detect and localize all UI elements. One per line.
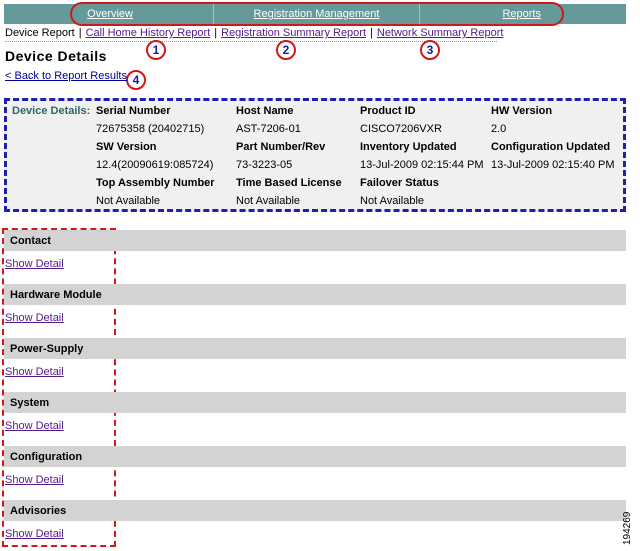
- show-detail-link[interactable]: Show Detail: [5, 474, 64, 486]
- detail-value: 13-Jul-2009 02:15:40 PM: [491, 159, 615, 171]
- detail-value: 13-Jul-2009 02:15:44 PM: [360, 159, 484, 171]
- detail-label: Time Based License: [236, 177, 342, 189]
- back-to-report-results-link[interactable]: < Back to Report Results: [5, 70, 127, 82]
- detail-value: 2.0: [491, 123, 507, 135]
- page-title: Device Details: [5, 48, 107, 64]
- sub-navigation: Device Report | Call Home History Report | R…: [5, 27, 504, 39]
- show-detail-link[interactable]: Show Detail: [5, 258, 64, 270]
- detail-value: 72675358 (20402715): [96, 123, 205, 135]
- section-header: Configuration: [4, 446, 626, 467]
- device-details-label: Device Details:: [12, 105, 91, 117]
- show-detail-link[interactable]: Show Detail: [5, 366, 64, 378]
- detail-label: Serial Number: [96, 105, 171, 117]
- detail-label: Part Number/Rev: [236, 141, 326, 153]
- detail-label: Configuration Updated: [491, 141, 611, 153]
- detail-value: Not Available: [360, 195, 425, 207]
- detail-label: Top Assembly Number: [96, 177, 215, 189]
- detail-label: Inventory Updated: [360, 141, 457, 153]
- section-header: Hardware Module: [4, 284, 626, 305]
- detail-value: CISCO7206VXR: [360, 123, 442, 135]
- detail-label: Product ID: [360, 105, 416, 117]
- subnav-network-summary[interactable]: Network Summary Report: [377, 27, 504, 39]
- detail-value: Not Available: [96, 195, 161, 207]
- show-detail-link[interactable]: Show Detail: [5, 312, 64, 324]
- section-header: Contact: [4, 230, 626, 251]
- subnav-current: Device Report: [5, 27, 75, 39]
- section-header: Advisories: [4, 500, 626, 521]
- detail-label: Failover Status: [360, 177, 439, 189]
- callout-4: 4: [126, 70, 146, 90]
- callout-2: 2: [276, 40, 296, 60]
- detail-label: Host Name: [236, 105, 294, 117]
- section-header: Power-Supply: [4, 338, 626, 359]
- detail-value: Not Available: [236, 195, 301, 207]
- detail-value: 12.4(20090619:085724): [96, 159, 214, 171]
- subnav-call-home-history[interactable]: Call Home History Report: [86, 27, 211, 39]
- show-detail-link[interactable]: Show Detail: [5, 528, 64, 540]
- show-detail-link[interactable]: Show Detail: [5, 420, 64, 432]
- subnav-registration-summary[interactable]: Registration Summary Report: [221, 27, 366, 39]
- device-details-panel: Device Details: Serial Number 72675358 (2…: [4, 98, 626, 212]
- detail-label: HW Version: [491, 105, 553, 117]
- section-header: System: [4, 392, 626, 413]
- annotation-ring: [70, 2, 564, 26]
- detail-label: SW Version: [96, 141, 157, 153]
- detail-value: 73-3223-05: [236, 159, 293, 171]
- detail-value: AST-7206-01: [236, 123, 301, 135]
- callout-3: 3: [420, 40, 440, 60]
- callout-1: 1: [146, 40, 166, 60]
- figure-number: 194269: [622, 511, 633, 545]
